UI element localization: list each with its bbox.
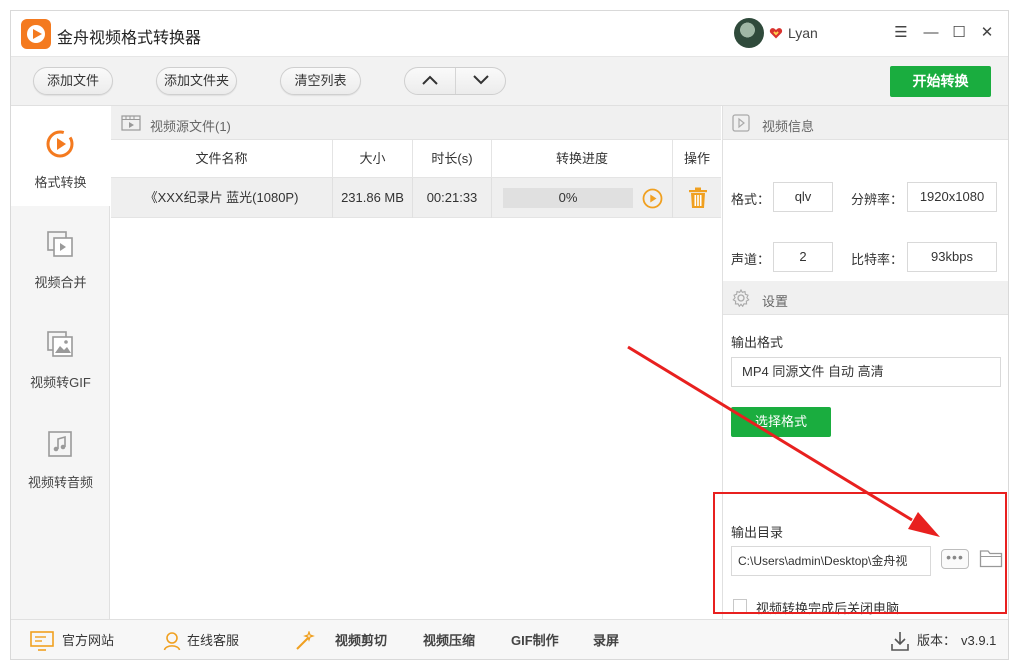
settings-title: 设置 [762, 294, 789, 309]
output-format-field[interactable]: MP4 同源文件 自动 高清 [731, 357, 1001, 387]
minimize-icon[interactable]: — [919, 21, 943, 45]
column-header[interactable]: 文件名称 [111, 140, 333, 178]
version-value: v3.9.1 [961, 633, 997, 648]
format-label: 格式： [731, 192, 771, 207]
delete-icon[interactable] [688, 187, 708, 209]
gif-make-link[interactable]: GIF制作 [511, 620, 559, 659]
add-folder-button[interactable]: 添加文件夹 [156, 67, 237, 95]
download-icon [891, 632, 909, 651]
sidebar-item-format-convert[interactable]: 格式转换 [11, 106, 110, 206]
sidebar-item-label: 视频转音频 [27, 475, 93, 490]
merge-icon [47, 231, 73, 257]
resolution-label: 分辨率： [851, 192, 904, 207]
app-logo-icon [21, 19, 51, 49]
video-info-header: 视频信息 [723, 106, 1008, 140]
progress-bar: 0% [503, 188, 633, 208]
move-down-button[interactable] [456, 68, 505, 94]
close-icon[interactable]: ✕ [975, 21, 999, 45]
play-icon[interactable] [642, 188, 663, 209]
video-compress-link[interactable]: 视频压缩 [423, 620, 475, 659]
clear-list-button[interactable]: 清空列表 [280, 67, 361, 95]
table-row[interactable]: 《XXX纪录片 蓝光(1080P) 231.86 MB 00:21:33 0% [111, 178, 721, 218]
channels-value: 2 [773, 242, 833, 272]
title-bar: 金舟视频格式转换器 Lyan ☰ — ☐ ✕ [11, 11, 1008, 56]
column-header[interactable]: 时长(s) [413, 140, 492, 178]
duration-cell: 00:21:33 [413, 178, 492, 218]
monitor-icon [30, 631, 54, 651]
annotation-highlight-box [713, 492, 1007, 614]
vip-heart-icon [769, 28, 783, 39]
magic-wand-icon [296, 631, 315, 650]
sidebar-item-label: 视频转GIF [30, 375, 91, 390]
official-website-link[interactable]: 官方网站 [62, 620, 114, 659]
file-list-title: 视频源文件(1) [150, 119, 231, 134]
select-format-button[interactable]: 选择格式 [731, 407, 831, 437]
file-name-cell: 《XXX纪录片 蓝光(1080P) [111, 178, 333, 218]
audio-icon [48, 431, 72, 457]
bitrate-value: 93kbps [907, 242, 997, 272]
version-label: 版本： [917, 633, 957, 648]
video-info-icon [732, 114, 750, 132]
file-size-cell: 231.86 MB [333, 178, 413, 218]
output-format-label: 输出格式 [731, 335, 784, 350]
film-icon [121, 115, 141, 131]
maximize-icon[interactable]: ☐ [947, 21, 971, 45]
menu-icon[interactable]: ☰ [889, 21, 913, 45]
file-list-header: 视频源文件(1) [111, 106, 721, 140]
sidebar-item-label: 格式转换 [34, 175, 87, 190]
bitrate-label: 比特率： [851, 252, 904, 267]
app-title: 金舟视频格式转换器 [57, 30, 202, 47]
sidebar-item-label: 视频合并 [34, 275, 87, 290]
channels-label: 声道： [731, 252, 771, 267]
add-file-button[interactable]: 添加文件 [33, 67, 113, 95]
sidebar-item-video-merge[interactable]: 视频合并 [11, 206, 110, 306]
customer-service-icon [163, 632, 181, 651]
video-cut-link[interactable]: 视频剪切 [335, 620, 387, 659]
start-convert-button[interactable]: 开始转换 [890, 66, 991, 97]
file-list-panel: 视频源文件(1) 文件名称 大小 时长(s) 转换进度 操作 《XXX纪录片 蓝… [111, 106, 721, 619]
column-header[interactable]: 转换进度 [492, 140, 673, 178]
settings-header: 设置 [723, 281, 1008, 315]
sidebar: 格式转换 视频合并 视频转GIF 视频转音频 [11, 106, 110, 619]
chevron-up-icon [422, 75, 438, 85]
column-header[interactable]: 大小 [333, 140, 413, 178]
sidebar-item-video-gif[interactable]: 视频转GIF [11, 306, 110, 406]
format-value: qlv [773, 182, 833, 212]
video-info-title: 视频信息 [762, 119, 815, 134]
sidebar-item-video-audio[interactable]: 视频转音频 [11, 406, 110, 506]
username[interactable]: Lyan [788, 25, 818, 41]
move-up-button[interactable] [405, 68, 455, 94]
chevron-down-icon [473, 75, 489, 85]
user-avatar[interactable] [734, 18, 764, 48]
bottom-bar: 官方网站 在线客服 视频剪切 视频压缩 GIF制作 录屏 版本： v3.9.1 [11, 619, 1008, 659]
column-header[interactable]: 操作 [673, 140, 721, 178]
gear-icon [732, 289, 750, 307]
toolbar: 添加文件 添加文件夹 清空列表 开始转换 [11, 56, 1008, 106]
gif-icon [47, 331, 73, 357]
screen-record-link[interactable]: 录屏 [593, 620, 619, 659]
move-buttons [404, 67, 506, 95]
convert-icon [46, 130, 74, 158]
table-header: 文件名称 大小 时长(s) 转换进度 操作 [111, 140, 721, 178]
progress-text: 0% [558, 190, 578, 205]
online-service-link[interactable]: 在线客服 [187, 620, 239, 659]
resolution-value: 1920x1080 [907, 182, 997, 212]
